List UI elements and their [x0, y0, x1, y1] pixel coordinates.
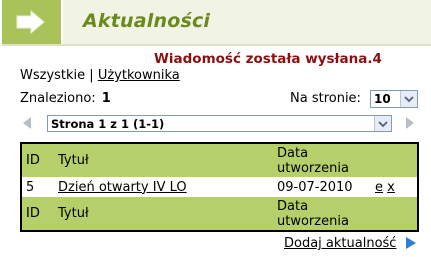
col-id-footer: ID: [26, 206, 40, 221]
edit-link[interactable]: e: [375, 180, 383, 195]
page-select[interactable]: Strona 1 z 1 (1-1): [47, 115, 392, 132]
status-message: Wiadomość została wysłana.4: [154, 51, 382, 67]
col-id-header: ID: [26, 153, 40, 168]
found-label: Znaleziono:: [20, 91, 96, 106]
col-date-footer-line2: utworzenia: [277, 213, 349, 229]
row-title-link[interactable]: Dzień otwarty IV LO: [58, 180, 187, 195]
delete-link[interactable]: x: [387, 180, 395, 195]
col-date-line1: Data: [277, 145, 309, 161]
col-date-footer-line1: Data: [277, 198, 309, 214]
page-header: Aktualności: [2, 0, 431, 46]
found-value: 1: [101, 91, 111, 106]
table-footer: ID Tytuł Data utworzenia: [21, 197, 418, 231]
chevron-down-icon[interactable]: [400, 91, 417, 107]
news-table: ID Tytuł Data utworzenia 5 Dzień otwarty …: [20, 142, 419, 232]
filter-separator: |: [89, 68, 94, 83]
per-page-select[interactable]: 10: [370, 90, 418, 108]
per-page-value: 10: [374, 92, 391, 106]
next-page-icon[interactable]: [405, 117, 415, 129]
found-count: Znaleziono: 1: [20, 91, 111, 106]
col-title-footer: Tytuł: [58, 206, 89, 221]
chevron-down-icon[interactable]: [374, 116, 391, 131]
filter-links: Wszystkie | Użytkownika: [20, 68, 180, 83]
add-news-link[interactable]: Dodaj aktualność: [284, 236, 396, 251]
table-header: ID Tytuł Data utworzenia: [21, 143, 418, 177]
col-date-line2: utworzenia: [277, 160, 349, 176]
col-date-footer: Data utworzenia: [273, 197, 371, 231]
row-date: 09-07-2010: [277, 179, 353, 195]
table-row: 5 Dzień otwarty IV LO 09-07-2010 e x: [21, 177, 418, 197]
col-date-header: Data utworzenia: [273, 143, 371, 177]
filter-user-link[interactable]: Użytkownika: [98, 68, 180, 83]
per-page-label: Na stronie:: [290, 91, 361, 106]
col-title-header: Tytuł: [58, 153, 89, 168]
prev-page-icon[interactable]: [22, 117, 32, 129]
header-arrow-box: [2, 0, 63, 44]
arrow-right-icon: [16, 10, 45, 34]
page-title: Aktualności: [83, 10, 211, 32]
row-id: 5: [26, 179, 35, 195]
page-select-value: Strona 1 z 1 (1-1): [51, 117, 165, 131]
add-arrow-icon[interactable]: [405, 236, 417, 250]
filter-all-link[interactable]: Wszystkie: [20, 68, 85, 83]
